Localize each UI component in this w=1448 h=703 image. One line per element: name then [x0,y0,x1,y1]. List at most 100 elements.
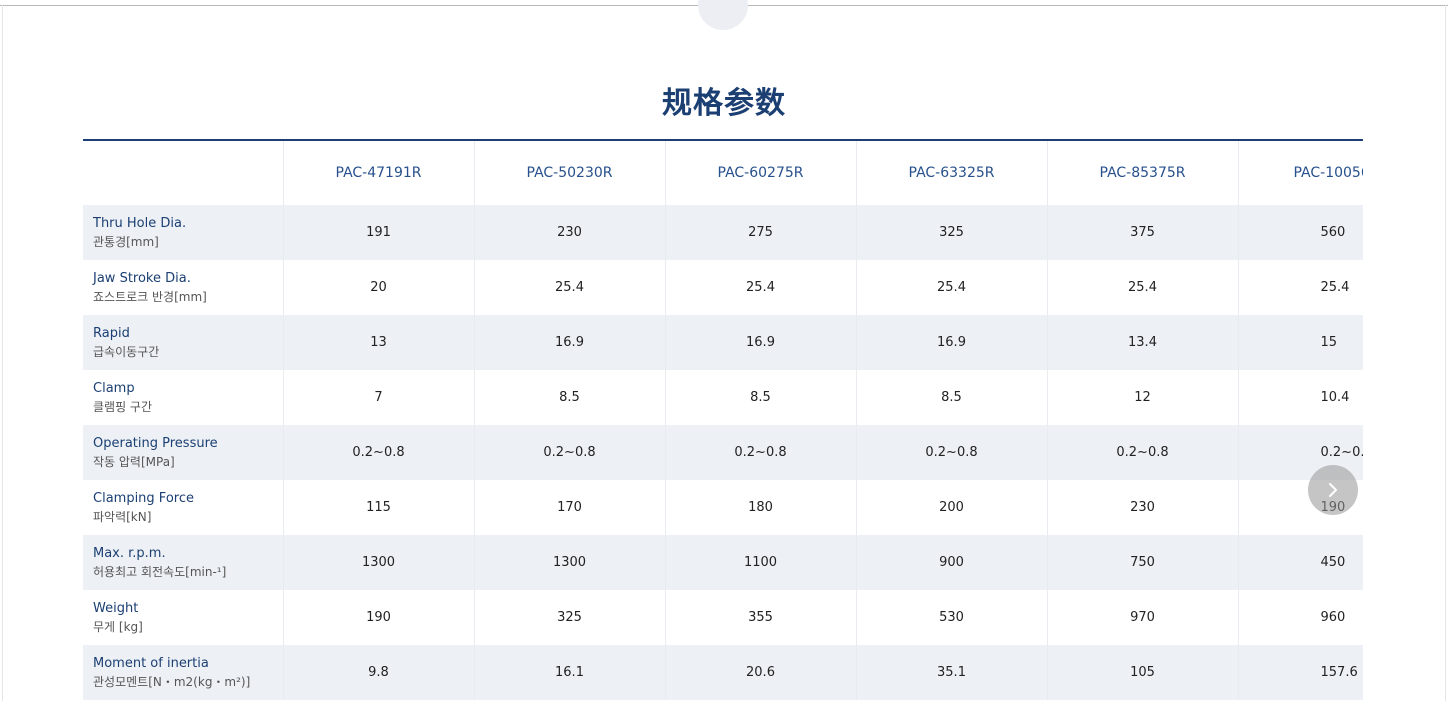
table-cell: 1300 [283,535,475,590]
table-cell: 375 [1047,205,1239,260]
table-cell: 180 [665,480,857,535]
row-label: Operating Pressure 작동 압력[MPa] [83,425,284,480]
table-cell: 16.9 [665,315,857,370]
row-label: Thru Hole Dia. 관통경[mm] [83,205,284,260]
row-label: Rapid 급속이동구간 [83,315,284,370]
model-header: PAC-85375R [1047,141,1239,205]
table-row: Clamping Force파악력[kN]115170180200230190 [83,480,1363,535]
row-label-en: Moment of inertia [93,655,209,671]
table-cell: 25.4 [1238,260,1363,315]
row-label-ko: 파악력[kN] [93,509,152,524]
row-label-ko: 죠스트로크 반경[mm] [93,289,207,304]
row-label-ko: 무게 [kg] [93,619,143,634]
row-label-ko: 관통경[mm] [93,234,159,249]
table-cell: 13 [283,315,475,370]
table-cell: 275 [665,205,857,260]
table-cell: 25.4 [474,260,666,315]
table-cell: 450 [1238,535,1363,590]
model-header: PAC-10056 [1238,141,1363,205]
row-label: Moment of inertia 관성모멘트[N・m2(kg・m²)] [83,645,284,700]
row-label: Max. r.p.m. 허용최고 회전속도[min-¹] [83,535,284,590]
row-label-en: Clamping Force [93,490,194,506]
row-label-ko: 급속이동구간 [93,344,160,359]
spec-table: PAC-47191R PAC-50230R PAC-60275R PAC-633… [83,141,1363,700]
table-cell: 7 [283,370,475,425]
row-label-en: Operating Pressure [93,435,218,451]
table-cell: 20 [283,260,475,315]
row-label-en: Max. r.p.m. [93,545,166,561]
page-title: 规格参数 [662,86,786,121]
table-row: Clamp 클램핑 구간 7 8.5 8.5 8.5 12 10.4 [83,370,1363,425]
model-header: PAC-60275R [665,141,857,205]
row-label-en: Weight [93,600,139,616]
table-cell: 25.4 [665,260,857,315]
header-row: PAC-47191R PAC-50230R PAC-60275R PAC-633… [83,141,1363,205]
spec-table-container[interactable]: PAC-47191R PAC-50230R PAC-60275R PAC-633… [83,139,1363,703]
model-header: PAC-63325R [856,141,1048,205]
row-label: Clamp 클램핑 구간 [83,370,284,425]
table-cell: 20.6 [665,645,857,700]
table-cell: 560 [1238,205,1363,260]
table-cell: 1100 [665,535,857,590]
table-cell: 325 [474,590,666,645]
table-cell: 190 [283,590,475,645]
table-cell: 115 [283,480,475,535]
table-cell: 35.1 [856,645,1048,700]
table-cell: 10.4 [1238,370,1363,425]
row-label-ko: 허용최고 회전속도[min-¹] [93,564,227,579]
table-cell: 8.5 [665,370,857,425]
row-label-en: Rapid [93,325,130,341]
table-row: Weight 무게 [kg] 190 325 355 530 970 960 [83,590,1363,645]
table-row: Max. r.p.m. 허용최고 회전속도[min-¹] 1300 1300 1100 9… [83,535,1363,590]
header-corner [83,141,284,205]
table-cell: 200 [856,480,1048,535]
table-cell: 0.2~0.8 [856,425,1048,480]
table-cell: 170 [474,480,666,535]
table-cell: 9.8 [283,645,475,700]
table-cell: 16.9 [474,315,666,370]
table-cell: 970 [1047,590,1239,645]
table-cell: 325 [856,205,1048,260]
table-cell: 191 [283,205,475,260]
table-cell: 230 [474,205,666,260]
model-header: PAC-47191R [283,141,475,205]
row-label-en: Clamp [93,380,135,396]
table-cell: 960 [1238,590,1363,645]
table-cell: 25.4 [856,260,1048,315]
table-cell: 25.4 [1047,260,1239,315]
table-cell: 1300 [474,535,666,590]
row-label: Jaw Stroke Dia. 죠스트로크 반경[mm] [83,260,284,315]
row-label-en: Jaw Stroke Dia. [93,270,191,286]
table-row: Moment of inertia 관성모멘트[N・m2(kg・m²)] 9.8 16… [83,645,1363,700]
model-header: PAC-50230R [474,141,666,205]
table-cell: 0.2~0.8 [474,425,666,480]
table-cell: 8.5 [856,370,1048,425]
row-label: Weight 무게 [kg] [83,590,284,645]
row-label-ko: 관성모멘트[N・m2(kg・m²)] [93,674,251,689]
table-row: Jaw Stroke Dia. 죠스트로크 반경[mm] 20 25.4 25.4 25.… [83,260,1363,315]
row-label: Clamping Force 파악력[kN] [83,480,284,535]
table-cell: 157.6 [1238,645,1363,700]
table-cell: 900 [856,535,1048,590]
decorative-circle [698,0,748,30]
table-cell: 750 [1047,535,1239,590]
row-label-ko: 작동 압력[MPa] [93,454,175,469]
table-cell: 15 [1238,315,1363,370]
table-cell: 0.2~0.8 [283,425,475,480]
table-cell: 0.2~0.8 [665,425,857,480]
table-cell: 12 [1047,370,1239,425]
table-row: Operating Pressure 작동 압력[MPa] 0.2~0.8 0.2~0… [83,425,1363,480]
next-button[interactable] [1308,465,1358,515]
table-cell: 530 [856,590,1048,645]
table-cell: 16.1 [474,645,666,700]
table-cell: 0.2~0.8 [1047,425,1239,480]
table-row: Rapid 급속이동구간 13 16.9 16.9 16.9 13.4 15 [83,315,1363,370]
table-cell: 230 [1047,480,1239,535]
table-cell: 355 [665,590,857,645]
table-cell: 105 [1047,645,1239,700]
chevron-right-icon [1329,483,1337,497]
row-label-ko: 클램핑 구간 [93,399,153,414]
table-cell: 8.5 [474,370,666,425]
table-row: Thru Hole Dia. 관통경[mm] 191 230 275 325 375 560 [83,205,1363,260]
table-cell: 16.9 [856,315,1048,370]
